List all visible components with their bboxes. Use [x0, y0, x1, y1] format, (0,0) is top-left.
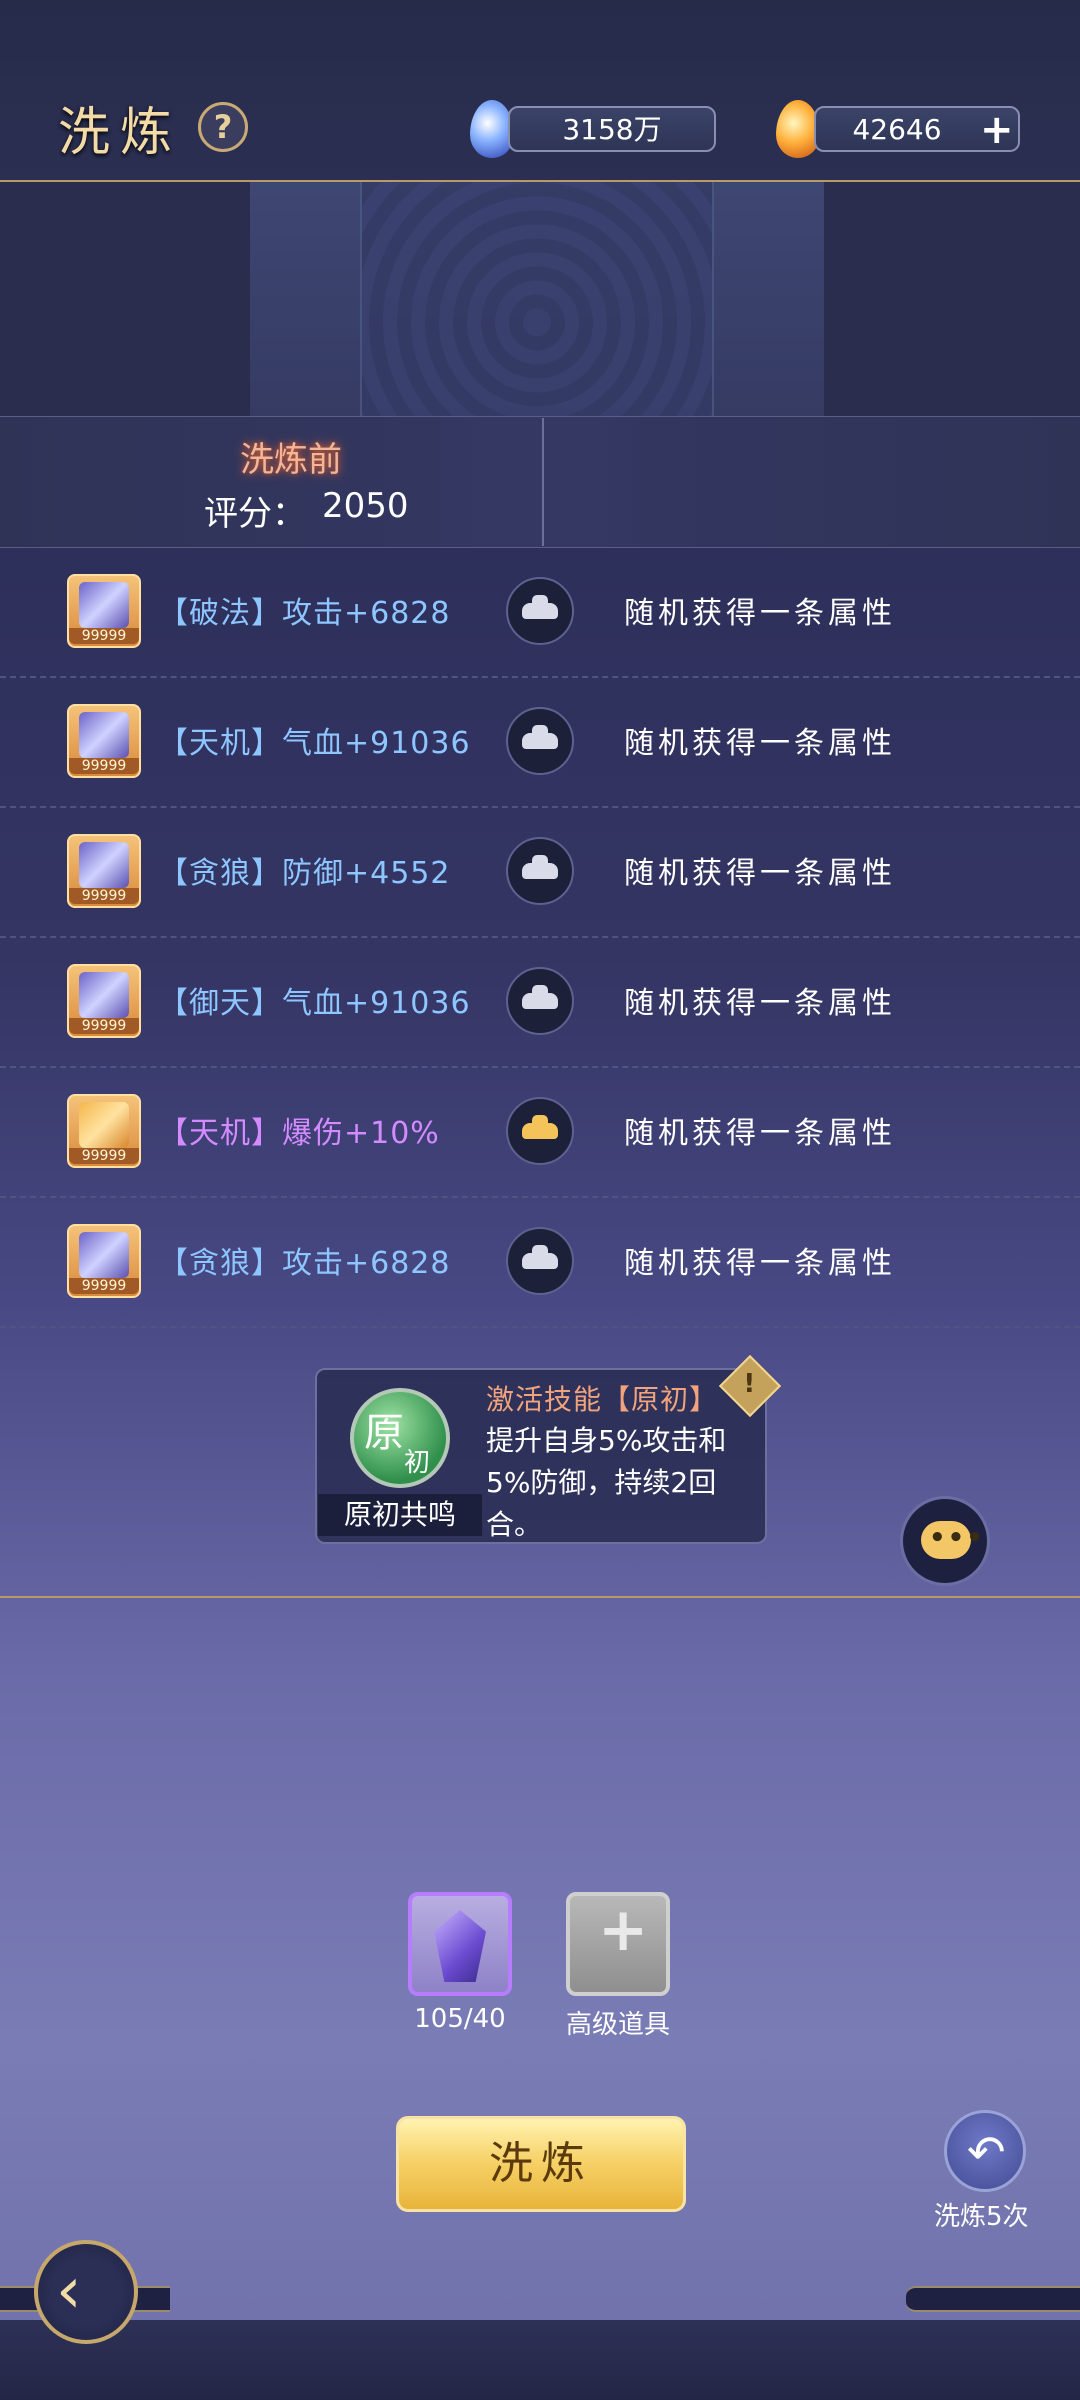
advanced-item-label: 高级道具 [565, 2010, 670, 2040]
result-text: 随机获得一条属性 [624, 1116, 896, 1151]
skill-badge-icon[interactable]: 原 初 [350, 1388, 450, 1488]
equipment-level-badge: 99999 [69, 628, 139, 644]
page-title: 洗炼 [58, 103, 183, 163]
equipment-image [79, 582, 129, 628]
wash-button-label: 洗炼 [489, 2138, 593, 2189]
result-text: 随机获得一条属性 [624, 596, 896, 631]
equipment-icon[interactable]: 99999 [67, 1224, 141, 1298]
attribute-text: 【御天】气血+91036 [158, 986, 471, 1021]
attribute-text: 【天机】气血+91036 [158, 726, 471, 761]
equipment-icon[interactable]: 99999 [67, 704, 141, 778]
equipment-image [79, 1102, 129, 1148]
equipment-icon[interactable]: 99999 [67, 834, 141, 908]
equipment-level-badge: 99999 [69, 1278, 139, 1294]
equipment-level-badge: 99999 [69, 758, 139, 774]
crystal-item-slot[interactable] [408, 1892, 512, 1996]
skill-description: 提升自身5%攻击和5%防御，持续2回合。 [486, 1424, 727, 1541]
lock-toggle-icon[interactable] [506, 837, 574, 905]
equipment-image [79, 972, 129, 1018]
equipment-icon[interactable]: 99999 [67, 1094, 141, 1168]
attribute-text: 【天机】爆伤+10% [158, 1116, 440, 1151]
back-button[interactable]: ‹ [34, 2240, 138, 2344]
header-divider [542, 418, 544, 546]
advanced-item-slot[interactable]: + [566, 1892, 670, 1996]
banner-ornament [360, 182, 714, 416]
score-value: 2050 [322, 486, 409, 526]
attribute-text: 【破法】攻击+6828 [158, 596, 451, 631]
currency-pill-1: 3158万 [508, 106, 716, 152]
crystal-count: 105/40 [414, 2004, 506, 2034]
skill-title: 激活技能【原初】 [486, 1383, 719, 1416]
result-text: 随机获得一条属性 [624, 986, 896, 1021]
chat-button[interactable]: ••• [900, 1496, 990, 1586]
lock-toggle-icon[interactable] [506, 1227, 574, 1295]
equipment-image [79, 712, 129, 758]
lock-toggle-icon[interactable] [506, 577, 574, 645]
chat-dots: ••• [929, 1523, 985, 1553]
bottom-bar-right [906, 2286, 1080, 2312]
before-title: 洗炼前 [240, 440, 342, 480]
bottom-base [0, 2320, 1080, 2400]
wash-5x-button[interactable]: ↶ [944, 2110, 1026, 2192]
skill-name: 原初共鸣 [318, 1494, 482, 1536]
warning-mark: ! [743, 1368, 756, 1399]
equipment-icon[interactable]: 99999 [67, 964, 141, 1038]
lock-toggle-icon[interactable] [506, 1097, 574, 1165]
result-text: 随机获得一条属性 [624, 1246, 896, 1281]
attribute-text: 【贪狼】防御+4552 [158, 856, 451, 891]
lock-toggle-icon[interactable] [506, 707, 574, 775]
undo-arrow-icon: ↶ [967, 2125, 1006, 2179]
currency-amount-1: 3158万 [562, 113, 662, 146]
equipment-level-badge: 99999 [69, 1018, 139, 1034]
before-header [0, 416, 1080, 548]
skill-badge-char2: 初 [404, 1448, 431, 1478]
section-divider [0, 1596, 1080, 1598]
back-arrow-icon: ‹ [56, 2254, 82, 2328]
result-text: 随机获得一条属性 [624, 726, 896, 761]
lock-toggle-icon[interactable] [506, 967, 574, 1035]
attribute-text: 【贪狼】攻击+6828 [158, 1246, 451, 1281]
equipment-image [79, 842, 129, 888]
crystal-icon [434, 1910, 486, 1982]
equipment-level-badge: 99999 [69, 1148, 139, 1164]
equipment-icon[interactable]: 99999 [67, 574, 141, 648]
help-icon[interactable]: ? [198, 102, 248, 152]
wash-5x-label: 洗炼5次 [934, 2202, 1029, 2232]
result-text: 随机获得一条属性 [624, 856, 896, 891]
equipment-level-badge: 99999 [69, 888, 139, 904]
wash-button[interactable]: 洗炼 [396, 2116, 686, 2212]
equipment-image [79, 1232, 129, 1278]
score-label: 评分： [204, 494, 306, 534]
plus-icon: + [598, 1895, 649, 1965]
add-currency-button[interactable]: + [980, 108, 1014, 152]
skill-badge-char1: 原 [364, 1410, 404, 1456]
